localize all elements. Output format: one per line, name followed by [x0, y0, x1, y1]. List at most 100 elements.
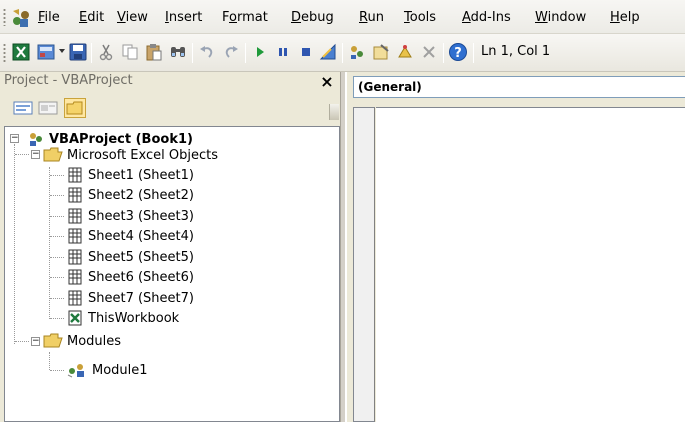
- menu-view[interactable]: View: [117, 10, 148, 25]
- insert-module-icon[interactable]: [36, 42, 56, 62]
- menubar-grip[interactable]: [3, 8, 6, 26]
- standard-toolbar: ? Ln 1, Col 1: [0, 34, 685, 72]
- toolbar-separator: [342, 43, 343, 63]
- project-pane-toolbar: [0, 90, 340, 122]
- worksheet-icon: [68, 167, 82, 183]
- tree-connector: [50, 370, 64, 371]
- toggle-folders-icon[interactable]: [64, 98, 86, 118]
- save-icon[interactable]: [68, 42, 88, 62]
- folder-open-icon: [43, 147, 63, 162]
- tree-connector: [15, 154, 29, 155]
- collapse-toggle-icon[interactable]: −: [10, 134, 19, 143]
- undo-icon[interactable]: [197, 42, 217, 62]
- insert-dropdown-arrow-icon[interactable]: [59, 49, 65, 53]
- tree-connector: [49, 352, 50, 370]
- tree-connector: [15, 341, 29, 342]
- view-object-icon[interactable]: [37, 98, 59, 118]
- paste-icon[interactable]: [144, 42, 164, 62]
- copy-icon[interactable]: [120, 42, 140, 62]
- tree-item-sheet[interactable]: Sheet1 (Sheet1): [66, 165, 194, 185]
- tree-connector: [50, 277, 64, 278]
- module-icon: [67, 364, 84, 378]
- project-tree: − VBAProject (Book1) − Microsoft Excel O…: [4, 126, 340, 422]
- folder-open-icon: [43, 333, 63, 348]
- toolbar-separator: [443, 43, 444, 63]
- tree-item-sheet[interactable]: Sheet3 (Sheet3): [66, 206, 194, 226]
- tree-item-label: Sheet1 (Sheet1): [88, 167, 194, 183]
- toolbar-separator: [245, 43, 246, 63]
- reset-icon[interactable]: [296, 42, 316, 62]
- toolbox-icon[interactable]: [419, 42, 439, 62]
- object-dropdown[interactable]: (General): [353, 76, 685, 98]
- tree-item-label: Microsoft Excel Objects: [67, 147, 218, 163]
- tree-connector: [50, 236, 64, 237]
- collapse-toggle-icon[interactable]: −: [31, 150, 40, 159]
- design-mode-icon[interactable]: [318, 42, 338, 62]
- project-explorer-pane: Project - VBAProject × − VBAProject (Boo…: [0, 72, 340, 422]
- menu-edit[interactable]: Edit: [79, 10, 104, 25]
- tree-item-sheet[interactable]: Sheet6 (Sheet6): [66, 267, 194, 287]
- code-editor[interactable]: [376, 107, 685, 422]
- tree-item-excel-objects-folder[interactable]: Microsoft Excel Objects: [43, 145, 218, 165]
- tree-item-label: ThisWorkbook: [88, 310, 180, 326]
- tree-item-thisworkbook[interactable]: ThisWorkbook: [66, 308, 179, 328]
- worksheet-icon: [68, 187, 82, 203]
- tree-item-sheet[interactable]: Sheet2 (Sheet2): [66, 185, 194, 205]
- menu-file[interactable]: File: [38, 10, 60, 25]
- menu-window[interactable]: Window: [535, 10, 586, 25]
- menu-tools[interactable]: Tools: [404, 10, 436, 25]
- redo-icon[interactable]: [221, 42, 241, 62]
- tree-connector: [50, 216, 64, 217]
- tree-connector: [50, 298, 64, 299]
- toolbar-grip[interactable]: [3, 43, 6, 63]
- code-window-edge: [345, 72, 347, 422]
- view-excel-icon[interactable]: [11, 42, 31, 62]
- tree-item-label: Sheet7 (Sheet7): [88, 290, 194, 306]
- run-icon[interactable]: [250, 42, 270, 62]
- close-pane-button[interactable]: ×: [319, 74, 335, 90]
- worksheet-icon: [68, 290, 82, 306]
- menu-help[interactable]: Help: [610, 10, 640, 25]
- toolbar-separator: [91, 43, 92, 63]
- cursor-position-status: Ln 1, Col 1: [481, 44, 551, 59]
- help-icon[interactable]: ?: [448, 42, 468, 62]
- menu-debug[interactable]: Debug: [291, 10, 334, 25]
- worksheet-icon: [68, 269, 82, 285]
- view-code-icon[interactable]: [12, 98, 34, 118]
- tree-item-label: Sheet6 (Sheet6): [88, 269, 194, 285]
- code-margin-indicator-bar[interactable]: [353, 107, 375, 422]
- worksheet-icon: [68, 228, 82, 244]
- cut-icon[interactable]: [96, 42, 116, 62]
- tree-connector: [50, 195, 64, 196]
- collapse-toggle-icon[interactable]: −: [31, 337, 40, 346]
- break-icon[interactable]: [273, 42, 293, 62]
- properties-window-icon[interactable]: [371, 42, 391, 62]
- tree-item-modules-folder[interactable]: Modules: [43, 331, 121, 351]
- code-window: (General): [345, 72, 685, 422]
- tree-item-sheet[interactable]: Sheet4 (Sheet4): [66, 226, 194, 246]
- project-explorer-icon[interactable]: [347, 42, 367, 62]
- tree-item-sheet[interactable]: Sheet7 (Sheet7): [66, 288, 194, 308]
- tree-item-sheet[interactable]: Sheet5 (Sheet5): [66, 247, 194, 267]
- tree-item-label: Sheet5 (Sheet5): [88, 249, 194, 265]
- vba-app-icon[interactable]: [10, 7, 32, 29]
- menu-add-ins[interactable]: Add-Ins: [462, 10, 511, 25]
- tree-item-label: Sheet2 (Sheet2): [88, 187, 194, 203]
- toolbar-separator: [473, 43, 474, 63]
- svg-text:?: ?: [454, 46, 462, 61]
- tree-item-module1[interactable]: Module1: [66, 360, 148, 380]
- menu-format[interactable]: Format: [222, 10, 268, 25]
- object-browser-icon[interactable]: [395, 42, 415, 62]
- tree-item-label: Sheet3 (Sheet3): [88, 208, 194, 224]
- tree-connector: [14, 144, 15, 344]
- menu-run[interactable]: Run: [359, 10, 384, 25]
- toolbar-separator: [192, 43, 193, 63]
- tree-item-label: Module1: [92, 362, 148, 378]
- tree-item-label: Sheet4 (Sheet4): [88, 228, 194, 244]
- project-pane-title: Project - VBAProject: [4, 73, 133, 88]
- workbook-icon: [68, 310, 82, 326]
- tree-connector: [50, 318, 64, 319]
- find-icon[interactable]: [168, 42, 188, 62]
- menu-insert[interactable]: Insert: [165, 10, 202, 25]
- pane-toolbar-overflow-chevron-icon[interactable]: [329, 104, 339, 120]
